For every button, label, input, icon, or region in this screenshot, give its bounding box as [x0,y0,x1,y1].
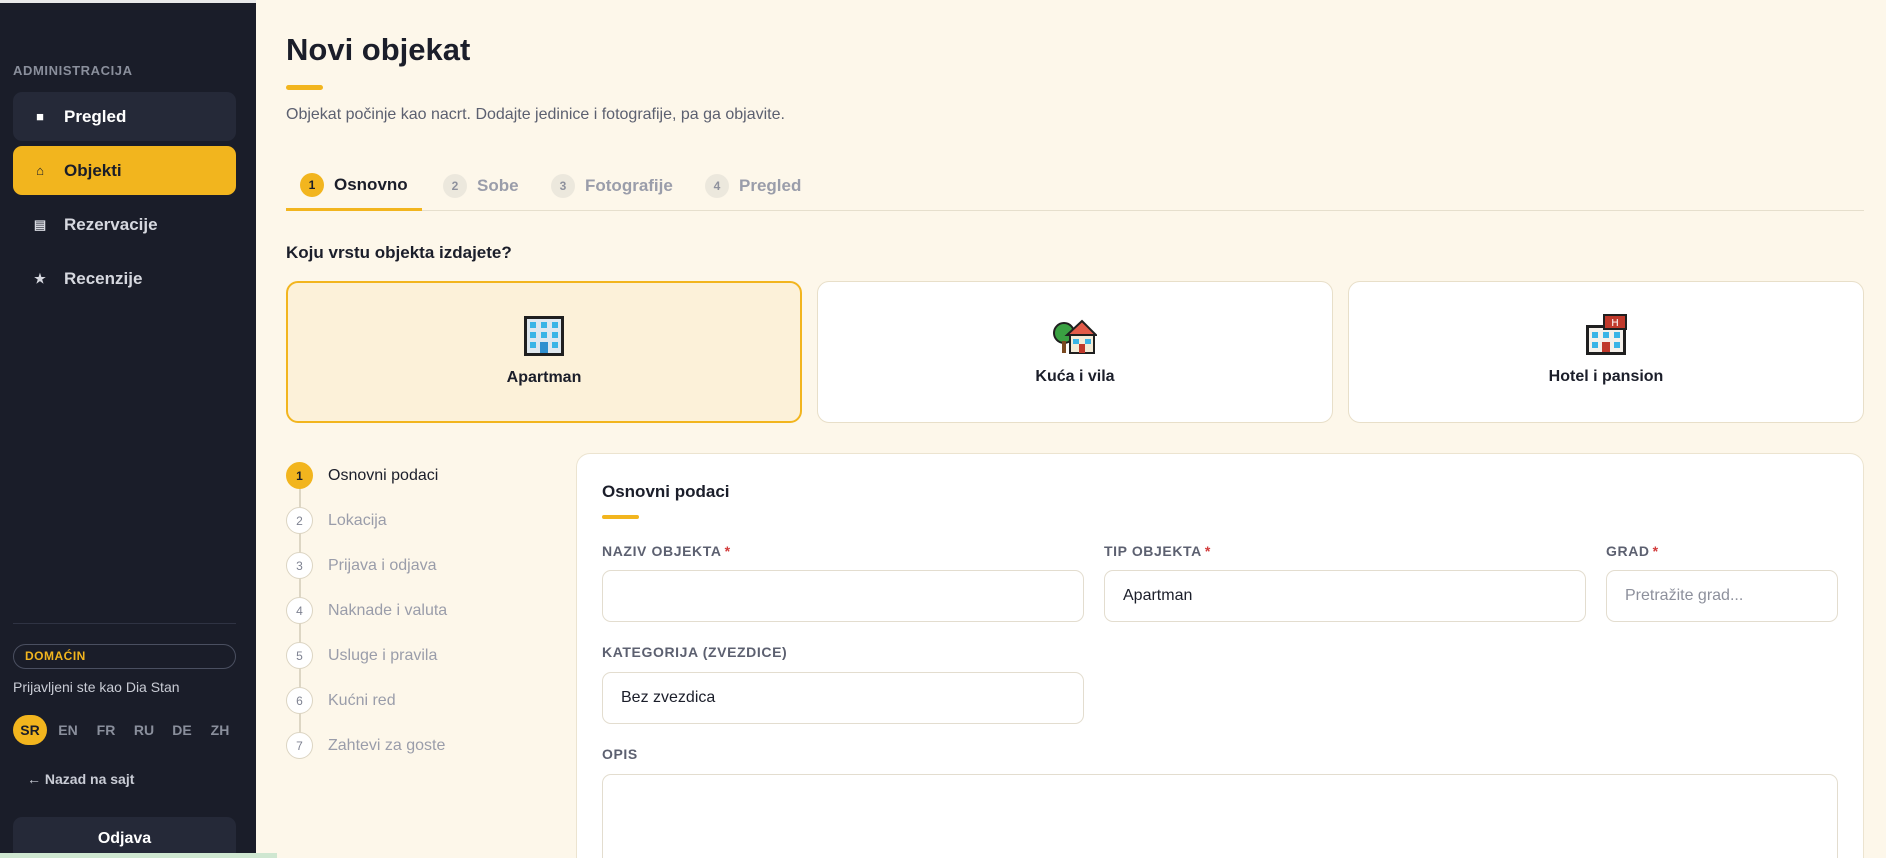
tab-number: 3 [551,174,575,198]
property-type-question: Koju vrstu objekta izdajete? [286,243,512,262]
language-de[interactable]: DE [165,715,199,745]
description-label: OPIS [602,746,638,762]
sidebar: ADMINISTRACIJA ■ Pregled ⌂ Objekti ▤ Rez… [0,0,256,858]
role-badge: DOMAĆIN [13,644,236,669]
form-title-accent-bar [602,515,639,519]
step-number: 4 [286,597,313,624]
step-label: Osnovni podaci [328,466,439,484]
list-icon: ▤ [33,216,47,232]
loading-strip [0,853,277,858]
step-label: Prijava i odjava [328,556,437,574]
property-type-apartman[interactable]: Apartman [286,281,802,423]
step-prijava-i-odjava[interactable]: 3 Prijava i odjava [286,552,546,579]
page-subtitle: Objekat počinje kao nacrt. Dodajte jedin… [286,106,785,123]
tab-number: 4 [705,174,729,198]
property-type-select[interactable]: Apartman [1104,570,1586,622]
property-type-label: Hotel i pansion [1548,368,1664,385]
dashboard-icon: ■ [36,109,44,124]
logged-in-as-text: Prijavljeni ste kao Dia Stan [13,679,180,695]
property-name-label-text: NAZIV OBJEKTA [602,543,722,559]
city-label: GRAD * [1606,543,1659,559]
step-naknade-i-valuta[interactable]: 4 Naknade i valuta [286,597,546,624]
step-number: 3 [286,552,313,579]
step-osnovni-podaci[interactable]: 1 Osnovni podaci [286,462,546,489]
page-title: Novi objekat [286,32,471,67]
star-icon: ★ [34,270,46,286]
tab-label: Sobe [477,176,519,195]
language-switcher: SR EN FR RU DE ZH [13,715,237,745]
language-ru[interactable]: RU [127,715,161,745]
sidebar-item-label: Objekti [64,160,122,180]
tab-number: 2 [443,174,467,198]
form-section-title: Osnovni podaci [602,482,730,501]
tab-sobe[interactable]: 2 Sobe [443,168,519,211]
title-accent-bar [286,85,323,90]
property-type-label: TIP OBJEKTA * [1104,543,1211,559]
sidebar-item-pregled[interactable]: ■ Pregled [13,92,236,141]
required-marker: * [1204,543,1211,559]
tab-label: Fotografije [585,176,673,195]
step-kucni-red[interactable]: 6 Kućni red [286,687,546,714]
step-number: 5 [286,642,313,669]
basic-info-form: Osnovni podaci NAZIV OBJEKTA * TIP OBJEKT… [576,453,1864,858]
sidebar-divider [13,623,236,624]
step-label: Zahtevi za goste [328,736,446,754]
language-zh[interactable]: ZH [203,715,237,745]
tab-label: Osnovno [334,174,408,194]
back-to-site-link[interactable]: ← Nazad na sajt [27,771,134,787]
property-type-label: Apartman [506,369,582,386]
city-search-input[interactable]: Pretražite grad... [1606,570,1838,622]
house-with-garden-icon [1053,319,1097,354]
property-type-label-text: TIP OBJEKTA [1104,543,1202,559]
step-label: Naknade i valuta [328,601,448,619]
tab-pregled[interactable]: 4 Pregled [705,168,801,211]
step-usluge-i-pravila[interactable]: 5 Usluge i pravila [286,642,546,669]
sidebar-item-rezervacije[interactable]: ▤ Rezervacije [13,200,236,249]
category-label: KATEGORIJA (ZVEZDICE) [602,644,788,660]
property-type-hotel-i-pansion[interactable]: H Hotel i pansion [1348,281,1864,423]
step-number: 6 [286,687,313,714]
step-number: 7 [286,732,313,759]
property-type-label: Kuća i vila [1035,368,1115,385]
tab-number: 1 [300,172,324,197]
sidebar-section-label: ADMINISTRACIJA [13,63,133,78]
step-label: Kućni red [328,691,396,709]
sidebar-item-label: Rezervacije [64,214,158,234]
required-marker: * [724,543,731,559]
city-label-text: GRAD [1606,543,1650,559]
description-textarea[interactable] [602,774,1838,858]
sidebar-item-objekti[interactable]: ⌂ Objekti [13,146,236,195]
category-select[interactable]: Bez zvezdica [602,672,1084,724]
tab-osnovno[interactable]: 1 Osnovno [286,168,422,211]
property-name-label: NAZIV OBJEKTA * [602,543,731,559]
step-label: Lokacija [328,511,387,529]
language-en[interactable]: EN [51,715,85,745]
step-zahtevi-za-goste[interactable]: 7 Zahtevi za goste [286,732,546,759]
tab-fotografije[interactable]: 3 Fotografije [551,168,673,211]
svg-text:H: H [1611,318,1619,329]
tab-label: Pregled [739,176,802,195]
wizard-tabs: 1 Osnovno 2 Sobe 3 Fotografije 4 Pregled [286,168,1864,211]
home-icon: ⌂ [36,163,44,178]
property-name-input[interactable] [602,570,1084,622]
sidebar-item-recenzije[interactable]: ★ Recenzije [13,254,236,303]
required-marker: * [1652,543,1659,559]
sidebar-item-label: Recenzije [64,268,143,288]
property-type-kuca-i-vila[interactable]: Kuća i vila [817,281,1333,423]
sidebar-item-label: Pregled [64,106,127,126]
language-sr[interactable]: SR [13,715,47,745]
hotel-icon: H [1586,314,1627,355]
step-lokacija[interactable]: 2 Lokacija [286,507,546,534]
logout-button[interactable]: Odjava [13,817,236,858]
apartment-building-icon [524,316,564,356]
step-number: 2 [286,507,313,534]
step-label: Usluge i pravila [328,646,438,664]
language-fr[interactable]: FR [89,715,123,745]
step-number: 1 [286,462,313,489]
